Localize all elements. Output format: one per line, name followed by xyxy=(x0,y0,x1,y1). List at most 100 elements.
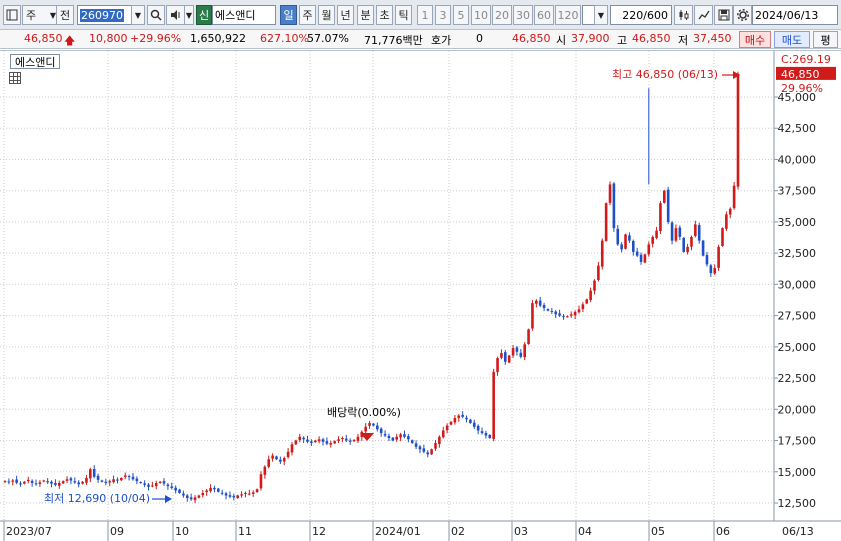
save-icon[interactable] xyxy=(714,5,733,25)
candle-body xyxy=(469,419,472,424)
candle-body xyxy=(511,348,515,356)
candle xyxy=(728,207,732,219)
candle-body xyxy=(162,481,166,484)
candle xyxy=(453,415,457,425)
search-icon[interactable] xyxy=(147,5,165,25)
candle-body xyxy=(232,495,236,498)
market-type-label: 주 xyxy=(26,9,37,22)
candle xyxy=(465,415,468,423)
candle-body xyxy=(639,254,643,262)
candle xyxy=(690,235,693,251)
period-day[interactable]: 일 xyxy=(280,5,297,25)
candle-body xyxy=(399,434,402,438)
candle xyxy=(205,489,208,496)
interval-3[interactable]: 3 xyxy=(435,5,451,25)
code-dropdown-icon[interactable]: ▼ xyxy=(131,5,145,25)
candle-body xyxy=(643,254,647,263)
candle-body xyxy=(569,314,573,316)
candle xyxy=(240,491,243,498)
period-second[interactable]: 초 xyxy=(376,5,393,25)
chart-canvas[interactable]: 최고 46,850 (06/13) 최저 12,690 (10/04) 배당락(… xyxy=(0,51,841,541)
interval-20[interactable]: 20 xyxy=(492,5,512,25)
candle-body xyxy=(604,203,608,241)
candle-body xyxy=(449,421,453,425)
candle xyxy=(294,439,298,446)
price-chart[interactable]: 최고 46,850 (06/13) 최저 12,690 (10/04) 배당락(… xyxy=(0,50,841,541)
interval-1[interactable]: 1 xyxy=(417,5,433,25)
interval-60[interactable]: 60 xyxy=(534,5,554,25)
candle xyxy=(523,342,526,361)
period-minute[interactable]: 분 xyxy=(357,5,374,25)
candle-body xyxy=(182,493,185,496)
candle xyxy=(348,438,352,445)
candle xyxy=(663,189,666,204)
speaker-dropdown-icon[interactable]: ▼ xyxy=(184,5,194,25)
candle-body xyxy=(445,425,449,431)
y-tick-label: 32,500 xyxy=(778,247,817,260)
stock-name-field[interactable]: 에스앤디 xyxy=(212,5,276,25)
candle-body xyxy=(395,436,399,440)
candle-body xyxy=(697,225,701,241)
candle xyxy=(364,423,367,433)
candle xyxy=(554,310,558,319)
candle-body xyxy=(313,440,317,443)
candle-body xyxy=(151,485,154,487)
candle xyxy=(279,456,282,465)
candle xyxy=(527,328,530,345)
candle xyxy=(379,427,383,437)
candle xyxy=(139,481,143,484)
candle-body xyxy=(73,481,77,483)
candle-body xyxy=(589,290,592,300)
candle-body xyxy=(217,488,220,492)
count-field[interactable]: 220 /600 xyxy=(610,5,672,25)
candle-body xyxy=(356,436,360,441)
candle-icon[interactable] xyxy=(674,5,693,25)
gear-icon[interactable] xyxy=(733,5,752,25)
candle-body xyxy=(23,481,26,484)
candle-body xyxy=(209,488,212,492)
draw-tool-icon[interactable] xyxy=(694,5,713,25)
period-week[interactable]: 주 xyxy=(299,5,316,25)
period-month[interactable]: 월 xyxy=(318,5,335,25)
period-year[interactable]: 년 xyxy=(337,5,354,25)
table-icon[interactable] xyxy=(9,72,21,84)
interval-120[interactable]: 120 xyxy=(555,5,581,25)
speaker-icon[interactable] xyxy=(166,5,186,25)
interval-30[interactable]: 30 xyxy=(513,5,533,25)
interval-10[interactable]: 10 xyxy=(471,5,491,25)
candle-body xyxy=(434,443,437,449)
market-type-select[interactable]: 주 ▼ xyxy=(22,5,60,25)
candle-body xyxy=(527,329,530,345)
candle xyxy=(577,305,581,314)
period-tick[interactable]: 틱 xyxy=(395,5,412,25)
prefix-button[interactable]: 전 xyxy=(56,5,74,25)
candle xyxy=(38,480,42,487)
layout-icon[interactable] xyxy=(3,5,21,25)
low-arrow-head xyxy=(165,495,172,503)
candle xyxy=(26,476,30,484)
candle-body xyxy=(376,425,379,430)
candle-body xyxy=(519,352,523,357)
candle-body xyxy=(581,304,585,310)
candle-body xyxy=(116,479,119,481)
candle xyxy=(185,494,189,502)
candle-body xyxy=(725,214,728,229)
candle-body xyxy=(286,451,290,458)
candle xyxy=(120,477,123,481)
eval-button[interactable]: 평 xyxy=(813,31,838,48)
candle-body xyxy=(686,246,689,253)
interval-dropdown-icon[interactable]: ▼ xyxy=(594,5,608,25)
candle xyxy=(608,181,612,206)
candle-body xyxy=(705,255,709,265)
candle xyxy=(42,479,46,483)
candle-body xyxy=(635,251,639,256)
candle xyxy=(135,476,139,485)
candle xyxy=(96,473,100,483)
buy-button[interactable]: 매수 xyxy=(739,31,771,48)
candle-body xyxy=(573,311,577,316)
interval-5[interactable]: 5 xyxy=(453,5,469,25)
candle xyxy=(255,488,259,493)
sell-button[interactable]: 매도 xyxy=(774,31,810,48)
date-field[interactable]: 2024/06/13 xyxy=(752,5,838,25)
candle xyxy=(259,471,263,491)
